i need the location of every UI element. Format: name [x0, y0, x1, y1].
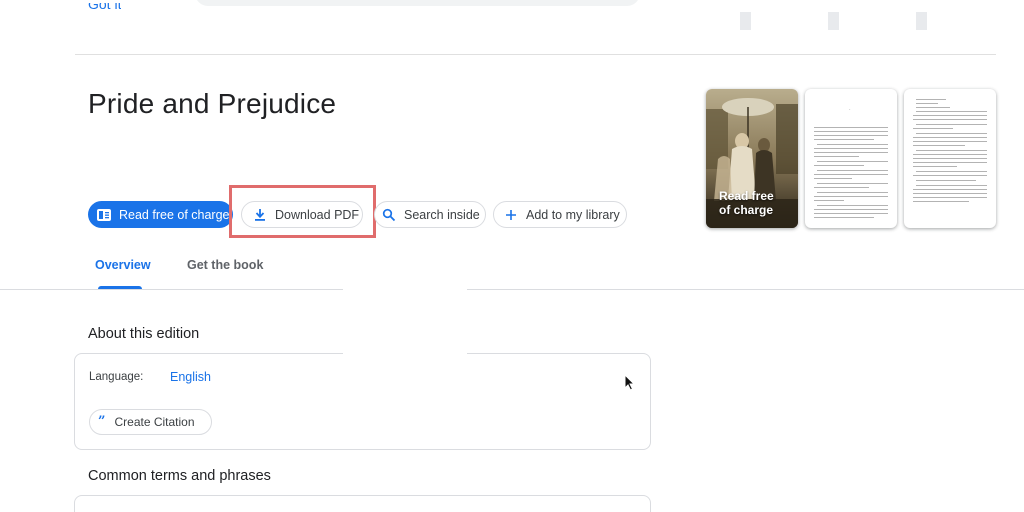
plus-icon: [503, 207, 519, 223]
common-terms-card: [74, 495, 651, 512]
create-citation-label: Create Citation: [114, 415, 195, 429]
page-preview[interactable]: [904, 89, 996, 228]
create-citation-button[interactable]: ” Create Citation: [89, 409, 212, 435]
cover-caption: Read free of charge: [719, 189, 774, 217]
got-it-link[interactable]: Got it: [88, 3, 121, 19]
search-icon: [381, 207, 397, 223]
read-free-button[interactable]: Read free of charge: [88, 201, 233, 228]
book-open-icon: [96, 207, 112, 223]
cover-preview[interactable]: Read free of charge: [706, 89, 798, 228]
page-text-lines: [814, 127, 888, 218]
search-inside-label: Search inside: [404, 207, 480, 222]
tab-overview[interactable]: Overview: [95, 258, 151, 272]
page-text-lines: [913, 99, 987, 202]
tabs-divider: [0, 289, 1024, 290]
top-search-bar[interactable]: [195, 0, 640, 6]
about-edition-card: [74, 353, 651, 450]
book-title: Pride and Prejudice: [88, 88, 337, 119]
language-link[interactable]: English: [170, 370, 211, 384]
quote-icon: ”: [98, 414, 106, 429]
overlay-mask: [343, 284, 467, 356]
top-placeholder-block: [828, 12, 839, 30]
page-number-marker: ·: [849, 107, 851, 113]
divider: [75, 54, 996, 55]
top-placeholder-block: [740, 12, 751, 30]
highlight-box: [229, 185, 376, 238]
about-edition-heading: About this edition: [88, 326, 200, 342]
search-inside-button[interactable]: Search inside: [374, 201, 486, 228]
page-preview[interactable]: ·: [805, 89, 897, 228]
language-label: Language:: [89, 371, 144, 383]
mouse-cursor-icon: [624, 374, 636, 391]
read-free-label: Read free of charge: [119, 207, 230, 222]
common-terms-heading: Common terms and phrases: [88, 468, 271, 484]
tab-get-the-book[interactable]: Get the book: [187, 258, 263, 272]
top-placeholder-block: [916, 12, 927, 30]
add-to-library-label: Add to my library: [526, 207, 620, 222]
add-to-library-button[interactable]: Add to my library: [493, 201, 627, 228]
